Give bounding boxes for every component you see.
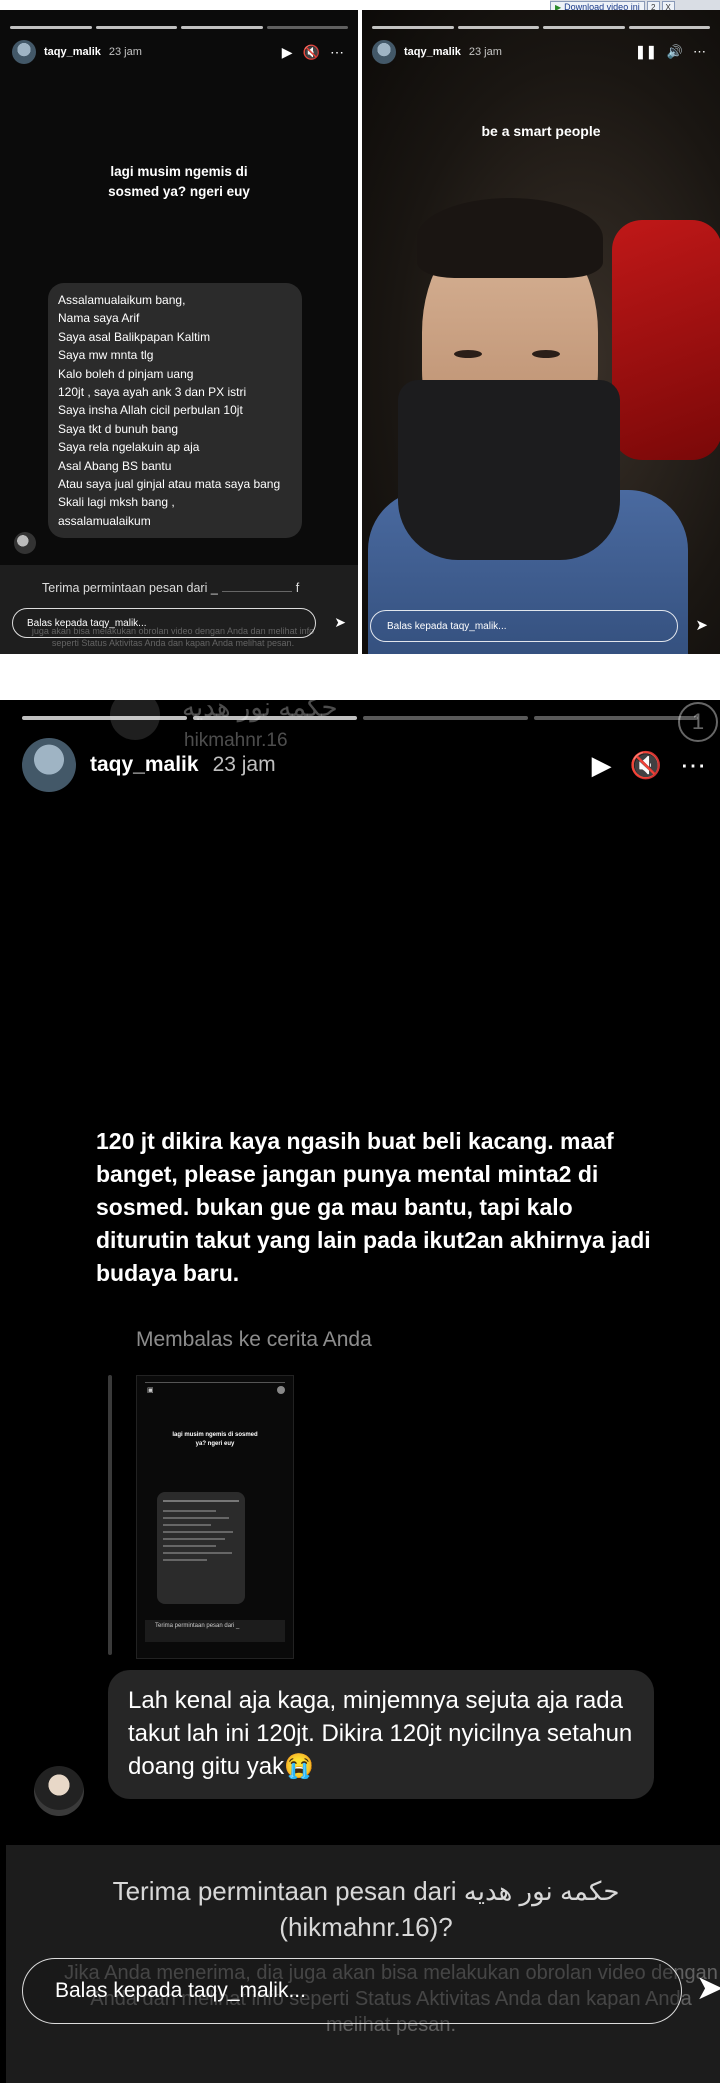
- reply-input[interactable]: Balas kepada taqy_malik...: [22, 1958, 682, 2024]
- send-icon[interactable]: ➤: [696, 1968, 720, 2008]
- story-controls: ▶ 🔇 ⋯: [282, 44, 344, 61]
- avatar[interactable]: [12, 40, 36, 64]
- car-seat: [612, 220, 720, 460]
- hair: [417, 198, 603, 278]
- ghost-avatar: [110, 700, 160, 740]
- volume-icon[interactable]: 🔊: [667, 44, 683, 60]
- dm-message-line: Assalamualaikum bang,: [58, 293, 186, 307]
- mute-icon[interactable]: 🔇: [630, 750, 662, 781]
- dm-message-line: Kalo boleh d pinjam uang: [58, 366, 194, 381]
- story-text: 120 jt dikira kaya ngasih buat beli kaca…: [96, 1128, 651, 1286]
- more-icon[interactable]: ⋯: [330, 44, 344, 61]
- story-panel-3: حكمه نور هديه hikmahnr.16 1 taqy_malik 2…: [0, 700, 720, 2083]
- timestamp: 23 jam: [108, 46, 142, 58]
- story-thumbnail[interactable]: ▣ lagi musim ngemis di sosmed ya? ngeri …: [136, 1375, 294, 1659]
- reply-placeholder: Balas kepada taqy_malik...: [55, 1979, 306, 2002]
- dm-message-line: Saya insha Allah cicil perbulan 10jt: [58, 403, 243, 418]
- thumb-header: ▣: [147, 1387, 154, 1394]
- face-mask: [398, 380, 620, 560]
- mute-icon[interactable]: 🔇: [303, 44, 320, 61]
- story-caption: be a smart people: [481, 123, 601, 139]
- dm-reply-bubble: Lah kenal aja kaga, minjemnya sejuta aja…: [108, 1670, 654, 1799]
- sender-avatar: [14, 532, 36, 554]
- story-progress: [372, 26, 710, 29]
- story-header: taqy_malik 23 jam: [12, 40, 142, 64]
- thumb-progress: [145, 1382, 285, 1383]
- timestamp: 23 jam: [468, 46, 502, 58]
- more-icon[interactable]: ⋯: [680, 750, 706, 781]
- reply-label: Membalas ke cerita Anda: [136, 1328, 372, 1351]
- thumb-control-icon: [277, 1386, 285, 1394]
- story-progress: [10, 26, 348, 29]
- reply-quote-bar: [108, 1375, 112, 1655]
- reply-placeholder: Balas kepada taqy_malik...: [27, 617, 147, 629]
- dm-message-bubble: Assalamualaikum bang, Nama saya Arif Saya …: [48, 283, 302, 539]
- dm-message-line: assalamualaikum: [58, 513, 151, 528]
- story-caption: lagi musim ngemis di sosmed ya? ngeri eu…: [108, 164, 250, 199]
- username[interactable]: taqy_malik: [44, 46, 101, 58]
- dm-message-line: Saya rela ngelakuin ap aja: [58, 440, 200, 455]
- username[interactable]: taqy_malik: [90, 753, 199, 777]
- thumb-request: Terima permintaan pesan dari _: [145, 1620, 285, 1642]
- dm-message-line: Nama saya Arif: [58, 311, 140, 326]
- story-panel-2: taqy_malik 23 jam ❚❚ 🔊 ⋯ be a smart peop…: [362, 10, 720, 654]
- send-icon[interactable]: ➤: [334, 614, 346, 631]
- dm-message-line: Skali lagi mksh bang ,: [58, 495, 175, 510]
- more-icon[interactable]: ⋯: [693, 44, 706, 60]
- avatar[interactable]: [22, 738, 76, 792]
- avatar[interactable]: [372, 40, 396, 64]
- dm-message-line: Saya asal Balikpapan Kaltim: [58, 329, 211, 344]
- dm-message-line: Atau saya jual ginjal atau mata saya ban…: [58, 477, 281, 492]
- request-text: Terima permintaan pesan dari _ f: [42, 581, 300, 595]
- dm-message-line: 120jt , saya ayah ank 3 dan PX istri: [58, 385, 247, 400]
- timestamp: 23 jam: [212, 753, 276, 776]
- thumb-message-bubble: [157, 1492, 245, 1604]
- pause-icon[interactable]: ❚❚: [635, 44, 657, 60]
- request-text: Terima permintaan pesan dari حكمه نور هد…: [112, 1876, 620, 1942]
- reply-input[interactable]: Balas kepada taqy_malik...: [370, 610, 678, 642]
- play-icon[interactable]: ▶: [592, 750, 612, 781]
- story-progress: [22, 716, 698, 720]
- story-controls: ❚❚ 🔊 ⋯: [635, 44, 706, 60]
- sender-avatar[interactable]: [34, 1766, 84, 1816]
- story-header: taqy_malik 23 jam: [372, 40, 502, 64]
- reply-placeholder: Balas kepada taqy_malik...: [387, 620, 507, 632]
- dm-message-line: Asal Abang BS bantu: [58, 458, 172, 473]
- thumb-caption: lagi musim ngemis di sosmed ya? ngeri eu…: [172, 1432, 258, 1447]
- ghost-number-icon: 1: [678, 702, 718, 742]
- send-icon[interactable]: ➤: [695, 616, 708, 634]
- play-icon[interactable]: ▶: [282, 44, 293, 61]
- username[interactable]: taqy_malik: [404, 46, 461, 58]
- reply-input[interactable]: Balas kepada taqy_malik...: [12, 608, 316, 638]
- story-panel-1: taqy_malik 23 jam ▶ 🔇 ⋯ lagi musim ngemi…: [0, 10, 358, 654]
- story-controls: ▶ 🔇 ⋯: [592, 750, 706, 781]
- dm-message-line: Saya mw mnta tlg: [58, 348, 154, 363]
- right-eye: [532, 350, 560, 358]
- left-eye: [454, 350, 482, 358]
- story-header: taqy_malik 23 jam: [22, 738, 276, 792]
- dm-message-line: Saya tkt d bunuh bang: [58, 421, 179, 436]
